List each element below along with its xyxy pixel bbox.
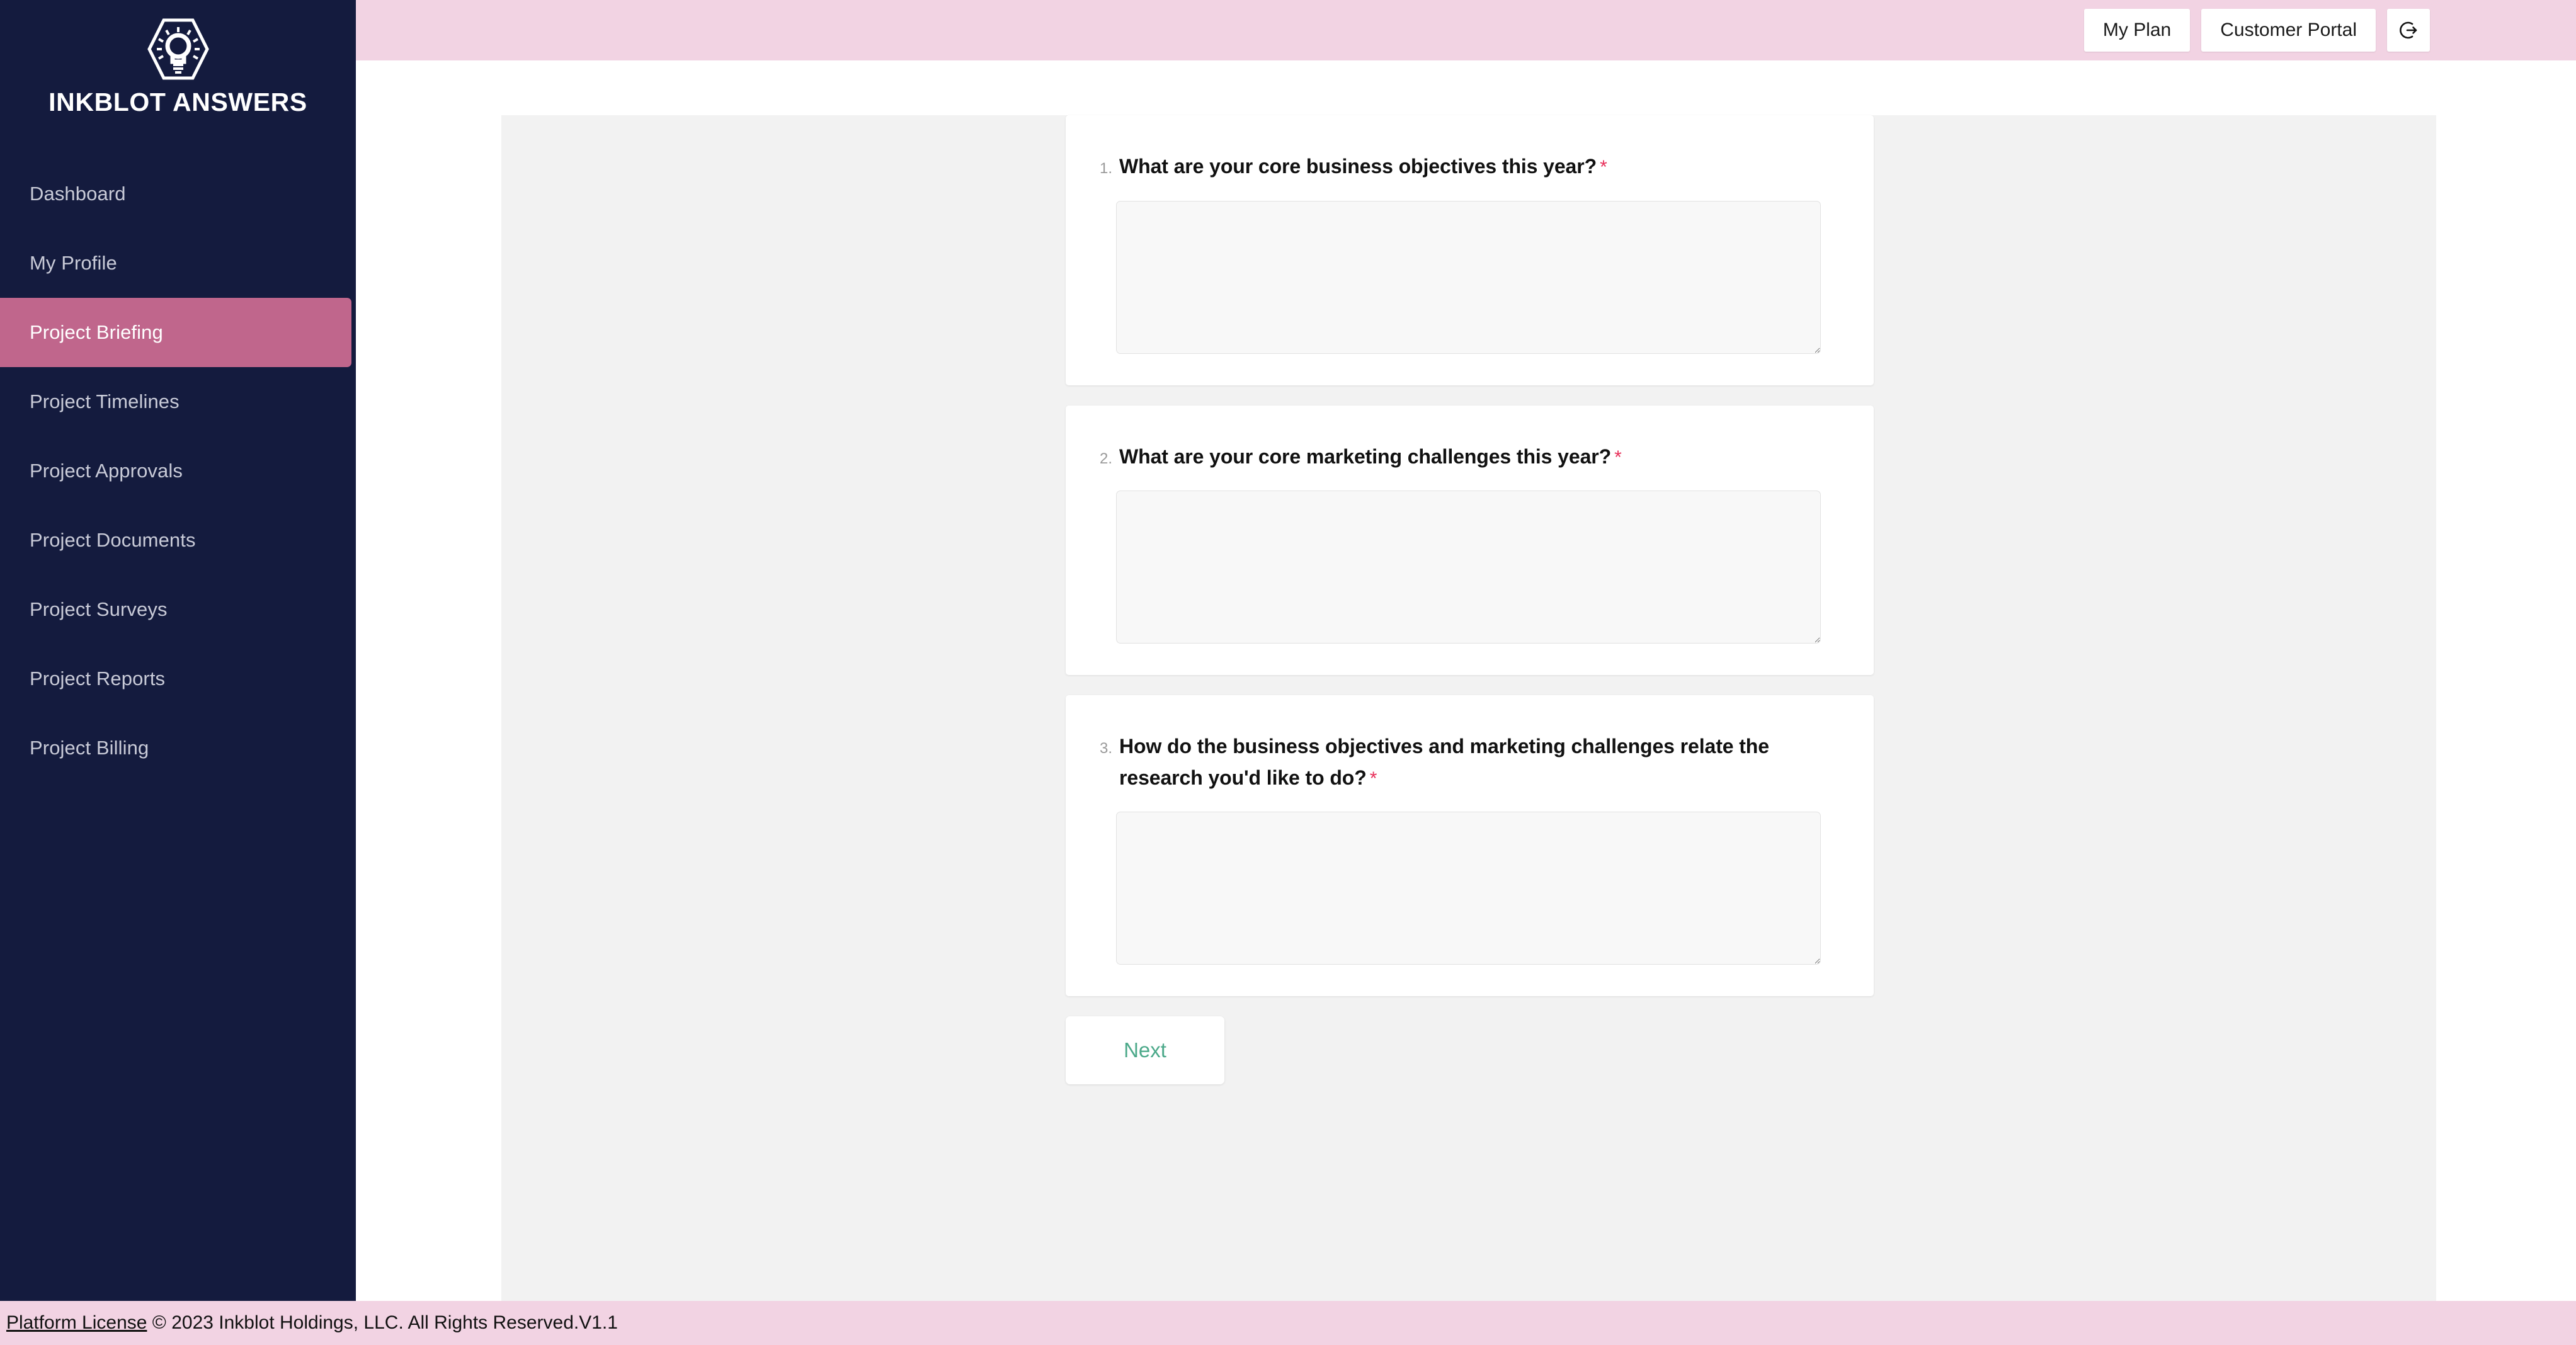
sidebar-item-label: Project Approvals <box>30 460 183 482</box>
sidebar-item-label: Project Billing <box>30 737 149 759</box>
briefing-form: 1. What are your core business objective… <box>1066 115 1874 1085</box>
sidebar-item-project-documents[interactable]: Project Documents <box>0 506 351 575</box>
sidebar: INKBLOT ANSWERS Dashboard My Profile Pro… <box>0 0 356 1301</box>
question-text: How do the business objectives and marke… <box>1119 735 1769 789</box>
question-text: What are your core business objectives t… <box>1119 155 1597 178</box>
question-card-1: 1. What are your core business objective… <box>1066 115 1874 385</box>
question-label: What are your core marketing challenges … <box>1119 441 1622 473</box>
sidebar-item-project-reports[interactable]: Project Reports <box>0 644 351 713</box>
required-asterisk: * <box>1614 446 1622 468</box>
question-header: 1. What are your core business objective… <box>1094 151 1845 183</box>
question-header: 2. What are your core marketing challeng… <box>1094 441 1845 473</box>
required-asterisk: * <box>1369 768 1377 789</box>
sidebar-item-label: Project Reports <box>30 667 166 690</box>
question-number: 2. <box>1100 450 1113 467</box>
sidebar-item-dashboard[interactable]: Dashboard <box>0 159 351 229</box>
sidebar-item-project-approvals[interactable]: Project Approvals <box>0 436 351 506</box>
logout-icon <box>2400 21 2417 39</box>
answer-textarea-2[interactable] <box>1116 491 1821 644</box>
form-actions: Next <box>1066 1016 1874 1085</box>
app-root: INKBLOT ANSWERS Dashboard My Profile Pro… <box>0 0 2576 1345</box>
sidebar-item-label: My Profile <box>30 252 117 275</box>
brand-name: INKBLOT ANSWERS <box>48 88 307 116</box>
question-label: What are your core business objectives t… <box>1119 151 1607 183</box>
sidebar-item-project-billing[interactable]: Project Billing <box>0 713 351 783</box>
required-asterisk: * <box>1600 157 1607 178</box>
sidebar-item-label: Project Briefing <box>30 321 163 344</box>
answer-textarea-3[interactable] <box>1116 812 1821 965</box>
page-footer: Platform License © 2023 Inkblot Holdings… <box>0 1301 2576 1345</box>
brand: INKBLOT ANSWERS <box>0 0 356 116</box>
question-card-3: 3. How do the business objectives and ma… <box>1066 695 1874 997</box>
my-plan-button[interactable]: My Plan <box>2083 9 2191 52</box>
sidebar-item-project-timelines[interactable]: Project Timelines <box>0 367 351 436</box>
answer-textarea-1[interactable] <box>1116 200 1821 354</box>
logout-button[interactable] <box>2387 9 2430 52</box>
hexagon-lightbulb-icon <box>147 18 209 80</box>
sidebar-item-label: Project Documents <box>30 529 196 552</box>
sidebar-item-project-briefing[interactable]: Project Briefing <box>0 298 351 368</box>
customer-portal-button[interactable]: Customer Portal <box>2201 9 2376 52</box>
question-number: 3. <box>1100 740 1113 758</box>
next-button[interactable]: Next <box>1066 1016 1224 1085</box>
main-content: 1. What are your core business objective… <box>356 60 2576 1302</box>
content-panel: 1. What are your core business objective… <box>501 115 2436 1302</box>
sidebar-item-my-profile[interactable]: My Profile <box>0 229 351 298</box>
top-header: My Plan Customer Portal <box>356 0 2576 60</box>
sidebar-item-label: Dashboard <box>30 183 126 205</box>
question-text: What are your core marketing challenges … <box>1119 445 1612 468</box>
sidebar-item-project-surveys[interactable]: Project Surveys <box>0 575 351 644</box>
copyright-text: © 2023 Inkblot Holdings, LLC. All Rights… <box>147 1312 618 1333</box>
sidebar-nav: Dashboard My Profile Project Briefing Pr… <box>0 159 356 783</box>
question-number: 1. <box>1100 160 1113 177</box>
sidebar-item-label: Project Timelines <box>30 390 180 413</box>
question-card-2: 2. What are your core marketing challeng… <box>1066 405 1874 676</box>
question-label: How do the business objectives and marke… <box>1119 731 1845 793</box>
question-header: 3. How do the business objectives and ma… <box>1094 731 1845 793</box>
sidebar-item-label: Project Surveys <box>30 598 168 621</box>
footer-text: Platform License © 2023 Inkblot Holdings… <box>6 1312 618 1334</box>
platform-license-link[interactable]: Platform License <box>6 1312 147 1333</box>
